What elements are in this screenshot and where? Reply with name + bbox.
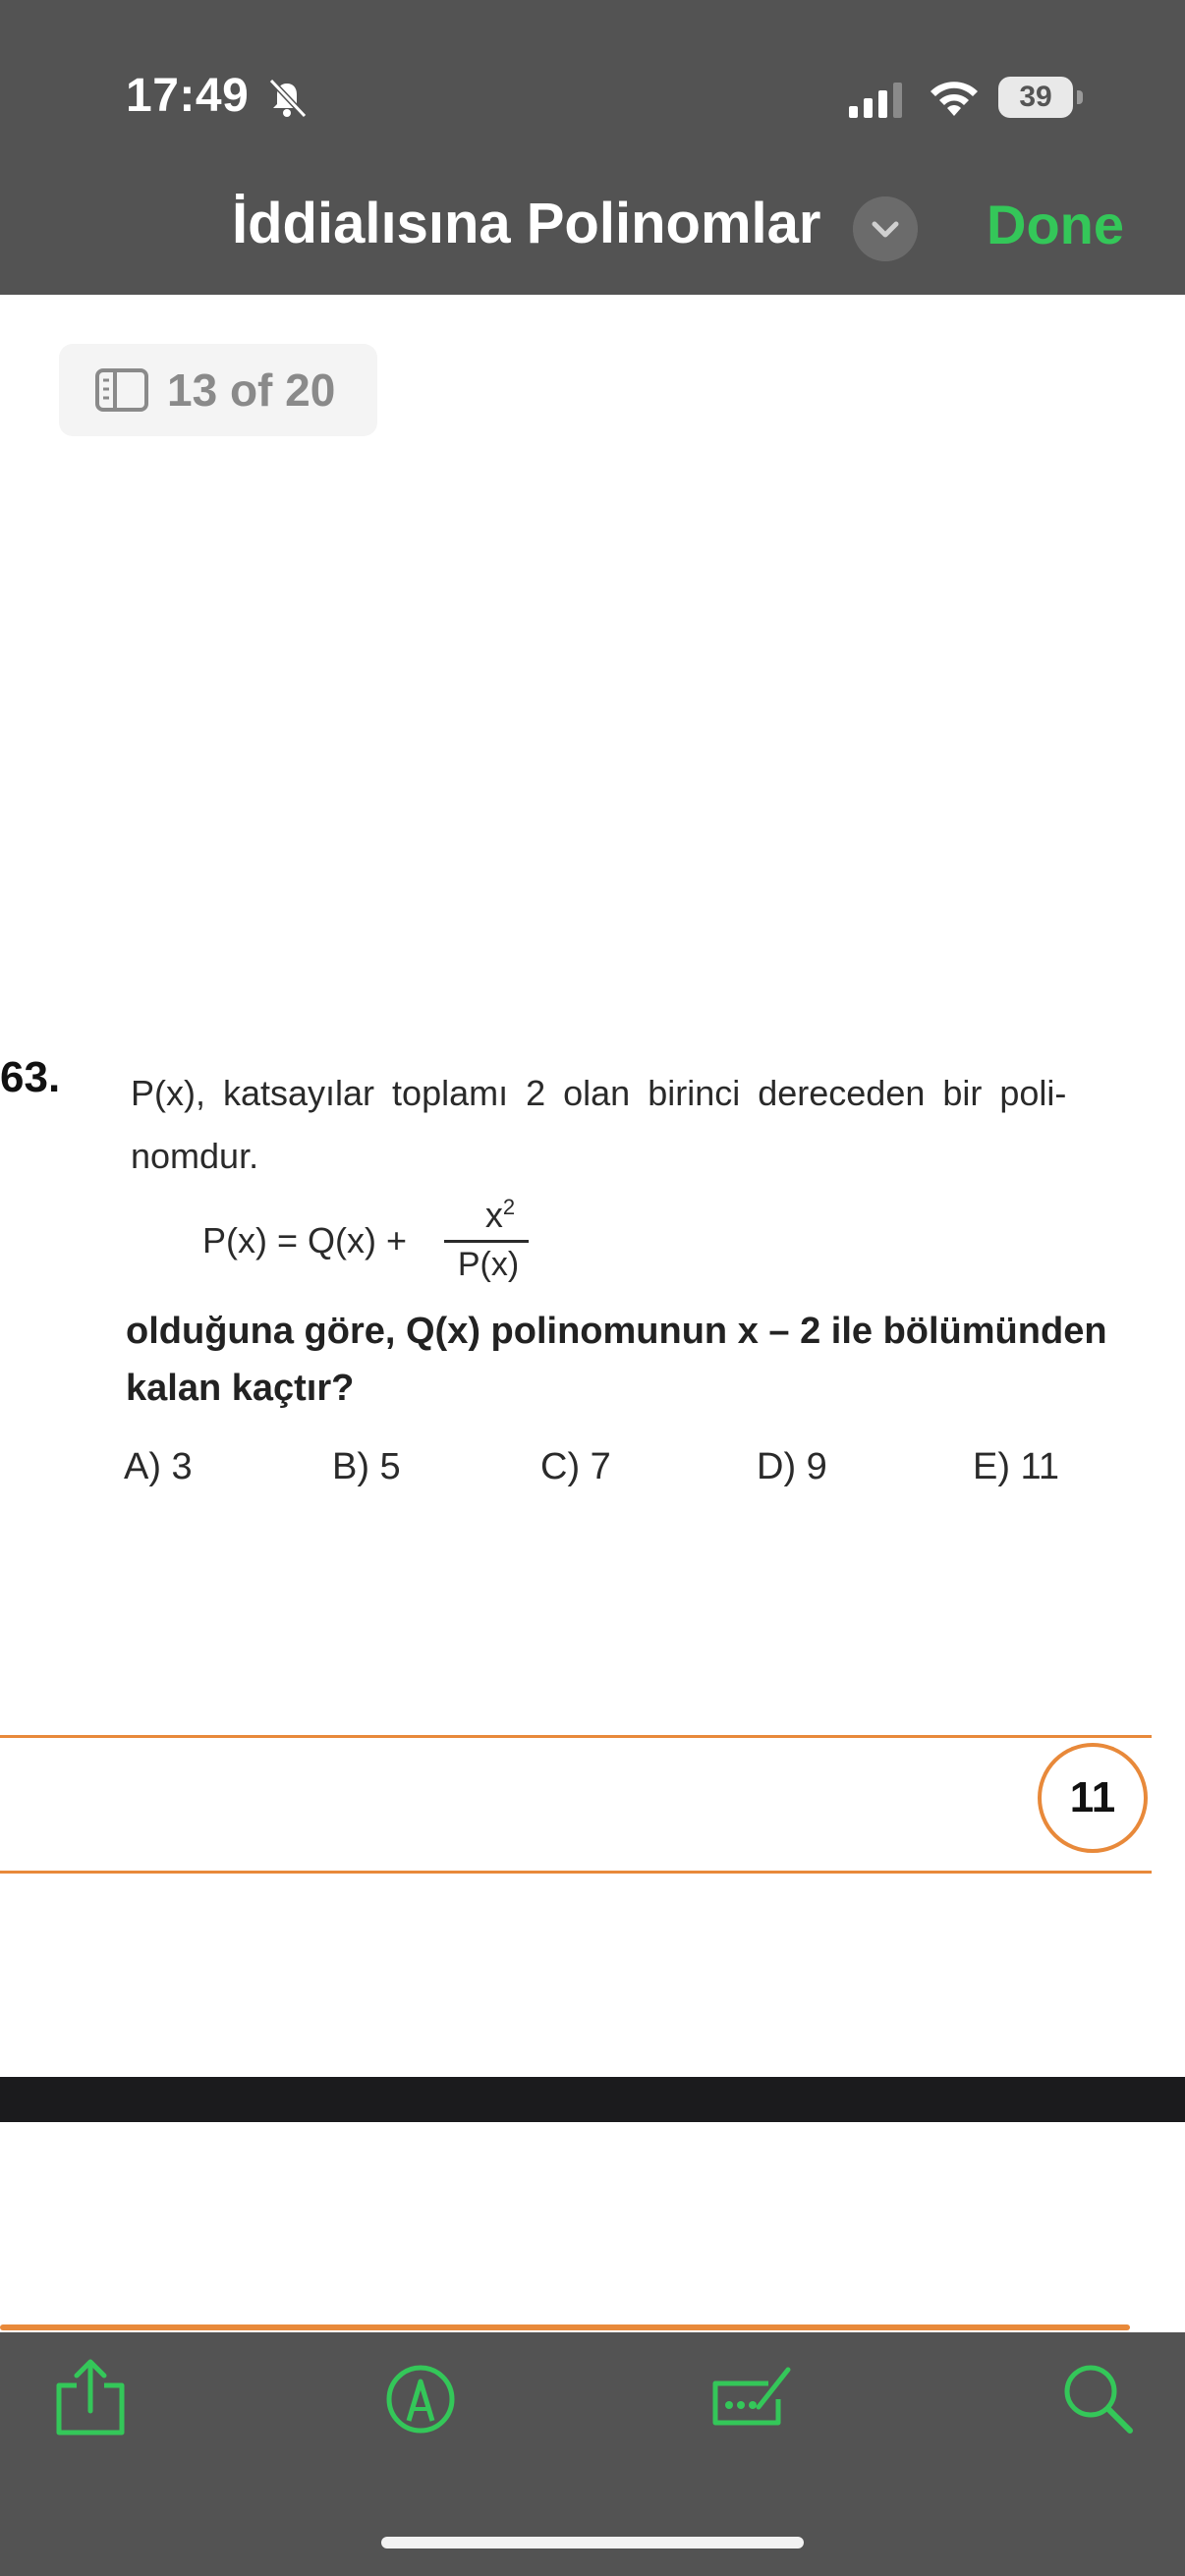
page-indicator-text: 13 of 20: [167, 364, 336, 416]
bell-slash-icon: [268, 78, 308, 119]
equation-exponent: 2: [502, 1195, 516, 1219]
equation-numerator-base: x: [484, 1195, 503, 1235]
option-a: A) 3: [124, 1446, 193, 1487]
footer-divider-bottom: [0, 1871, 1152, 1874]
question-number: 63.: [0, 1053, 61, 1101]
question-prompt-line2: kalan kaçtır?: [126, 1368, 355, 1409]
form-fill-icon[interactable]: [709, 2356, 792, 2438]
equation-denominator: P(x): [457, 1246, 520, 1283]
wifi-icon: [931, 82, 978, 116]
option-e: E) 11: [973, 1446, 1060, 1487]
question-text-line1: P(x), katsayılar toplamı 2 olan birinci …: [131, 1073, 1067, 1113]
option-b: B) 5: [332, 1446, 401, 1487]
equation-left: P(x) = Q(x) +: [202, 1220, 408, 1260]
question-text-line2: nomdur.: [131, 1136, 259, 1176]
signal-icon: [849, 83, 902, 118]
equation-numerator: x2: [466, 1195, 535, 1236]
battery-icon: 39: [998, 77, 1083, 118]
battery-level: 39: [998, 77, 1073, 118]
share-icon[interactable]: [49, 2356, 132, 2438]
battery-tip: [1077, 90, 1083, 104]
page-number-badge: 11: [1038, 1743, 1148, 1853]
chevron-down-icon[interactable]: [853, 196, 918, 261]
document-title[interactable]: İddialısına Polinomlar: [232, 191, 820, 256]
question-prompt-line1: olduğuna göre, Q(x) polinomunun x – 2 il…: [126, 1311, 1107, 1352]
home-indicator[interactable]: [381, 2537, 804, 2548]
option-d: D) 9: [757, 1446, 827, 1487]
sidebar-icon: [95, 368, 148, 412]
page-separator: [0, 2077, 1185, 2122]
fraction-bar: [444, 1240, 529, 1243]
markup-icon[interactable]: [379, 2356, 462, 2438]
next-page-edge: [0, 2324, 1130, 2330]
page-indicator[interactable]: 13 of 20: [59, 344, 377, 436]
option-c: C) 7: [540, 1446, 611, 1487]
status-time: 17:49: [126, 70, 250, 122]
footer-divider-top: [0, 1735, 1152, 1738]
done-button[interactable]: Done: [987, 193, 1124, 256]
search-icon[interactable]: [1055, 2356, 1138, 2438]
